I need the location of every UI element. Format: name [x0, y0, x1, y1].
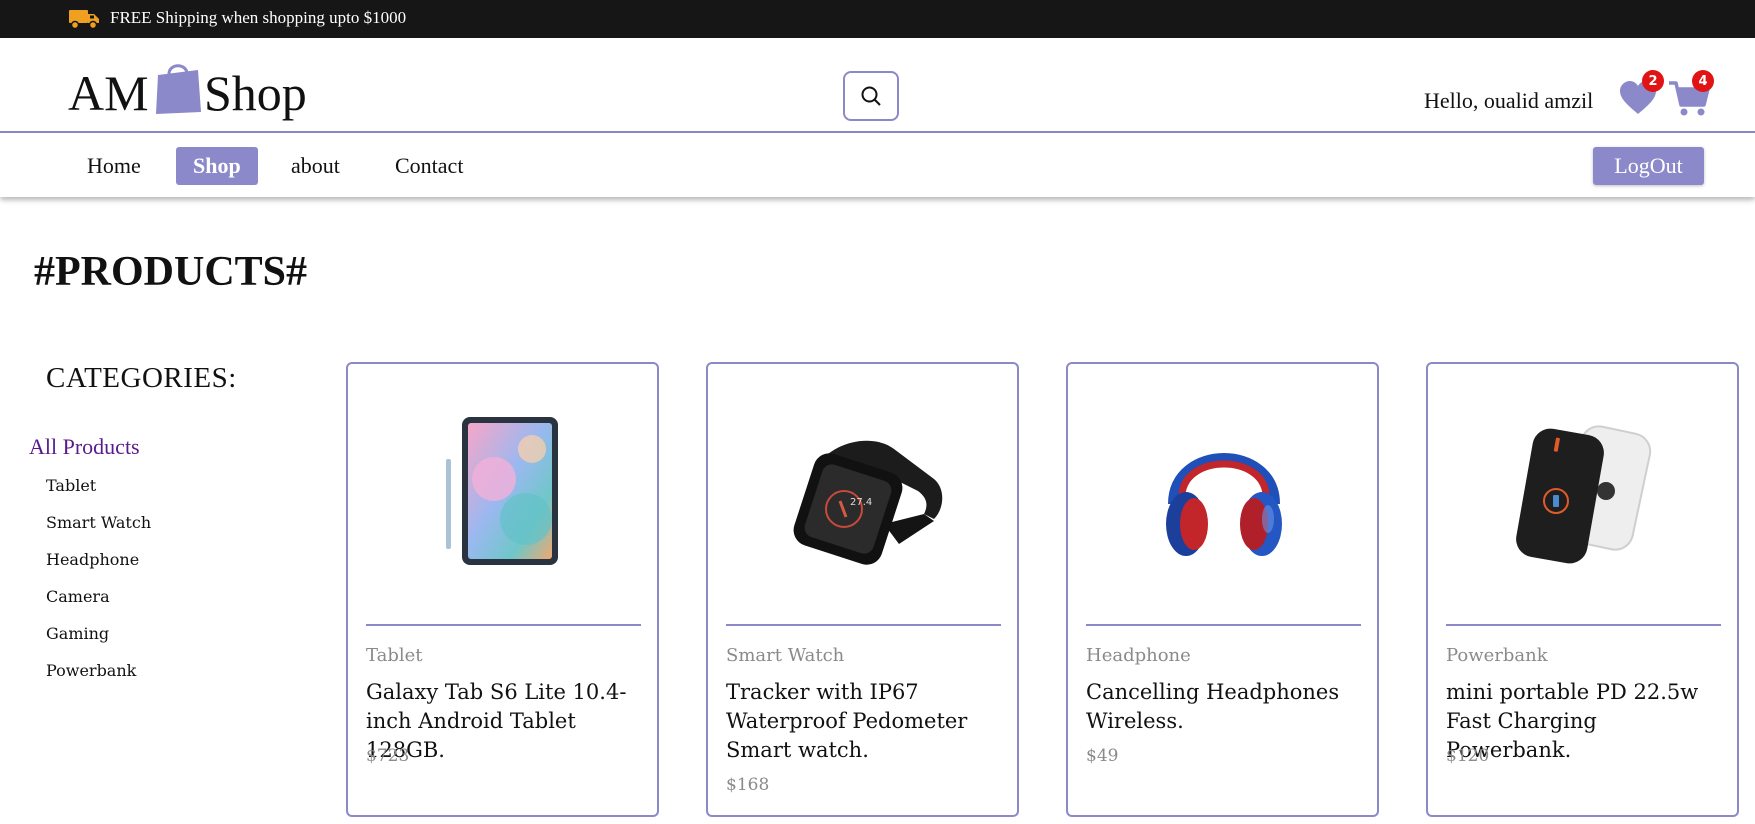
logout-button[interactable]: LogOut	[1593, 147, 1704, 185]
headphones-image	[1165, 453, 1282, 556]
page-title: #PRODUCTS#	[34, 249, 308, 295]
nav-contact[interactable]: Contact	[378, 147, 480, 185]
nav-about[interactable]: about	[274, 147, 357, 185]
smartwatch-image: 27.4	[793, 440, 942, 565]
nav-shop[interactable]: Shop	[176, 147, 258, 185]
product-image[interactable]: 27.4	[726, 394, 1001, 594]
promo-text: FREE Shipping when shopping upto $1000	[110, 8, 407, 27]
nav-home[interactable]: Home	[70, 147, 158, 185]
product-category: Powerbank	[1446, 645, 1548, 666]
product-price: $49	[1086, 746, 1119, 766]
card-divider	[1446, 624, 1721, 626]
product-image[interactable]	[366, 394, 641, 594]
category-item-headphone[interactable]: Headphone	[46, 550, 151, 587]
svg-text:27.4: 27.4	[850, 497, 872, 508]
product-price: $120	[1446, 746, 1490, 766]
category-item-powerbank[interactable]: Powerbank	[46, 661, 151, 698]
product-image[interactable]	[1446, 394, 1721, 594]
product-category: Smart Watch	[726, 645, 845, 666]
search-icon	[861, 86, 881, 106]
category-item-gaming[interactable]: Gaming	[46, 624, 151, 661]
wishlist-count-badge: 2	[1642, 70, 1664, 92]
site-header: AM Shop Hello, oualid amzil 2 4	[0, 38, 1755, 133]
card-divider	[1086, 624, 1361, 626]
logo-right-text: Shop	[204, 65, 307, 121]
logo-left-text: AM	[68, 65, 149, 121]
user-greeting: Hello, oualid amzil	[1424, 88, 1594, 113]
category-item-tablet[interactable]: Tablet	[46, 476, 151, 513]
cart-count-badge: 4	[1692, 70, 1714, 92]
product-price: $168	[726, 775, 770, 795]
card-divider	[366, 624, 641, 626]
product-price: $723	[366, 746, 410, 766]
product-category: Tablet	[366, 645, 423, 666]
category-item-camera[interactable]: Camera	[46, 587, 151, 624]
product-category: Headphone	[1086, 645, 1191, 666]
tablet-image	[445, 417, 558, 565]
product-card-headphone[interactable]: Headphone Cancelling Headphones Wireless…	[1066, 362, 1379, 817]
main-nav: Home Shop about Contact LogOut	[0, 133, 1755, 197]
card-divider	[726, 624, 1001, 626]
product-card-tablet[interactable]: Tablet Galaxy Tab S6 Lite 10.4-inch Andr…	[346, 362, 659, 817]
categories-heading: CATEGORIES:	[46, 362, 237, 394]
product-image[interactable]	[1086, 394, 1361, 594]
category-item-smart-watch[interactable]: Smart Watch	[46, 513, 151, 550]
truck-icon	[69, 10, 99, 30]
promo-bar: FREE Shipping when shopping upto $1000	[0, 0, 1755, 38]
shopping-bag-icon	[156, 64, 201, 114]
search-button[interactable]	[843, 71, 899, 121]
product-title[interactable]: Cancelling Headphones Wireless.	[1086, 678, 1366, 736]
product-title[interactable]: Tracker with IP67 Waterproof Pedometer S…	[726, 678, 1006, 765]
category-all-products[interactable]: All Products	[29, 434, 140, 460]
powerbank-image	[1515, 425, 1651, 564]
product-card-powerbank[interactable]: Powerbank mini portable PD 22.5w Fast Ch…	[1426, 362, 1739, 817]
product-card-smart-watch[interactable]: 27.4 Smart Watch Tracker with IP67 Water…	[706, 362, 1019, 817]
category-list: Tablet Smart Watch Headphone Camera Gami…	[46, 476, 151, 698]
